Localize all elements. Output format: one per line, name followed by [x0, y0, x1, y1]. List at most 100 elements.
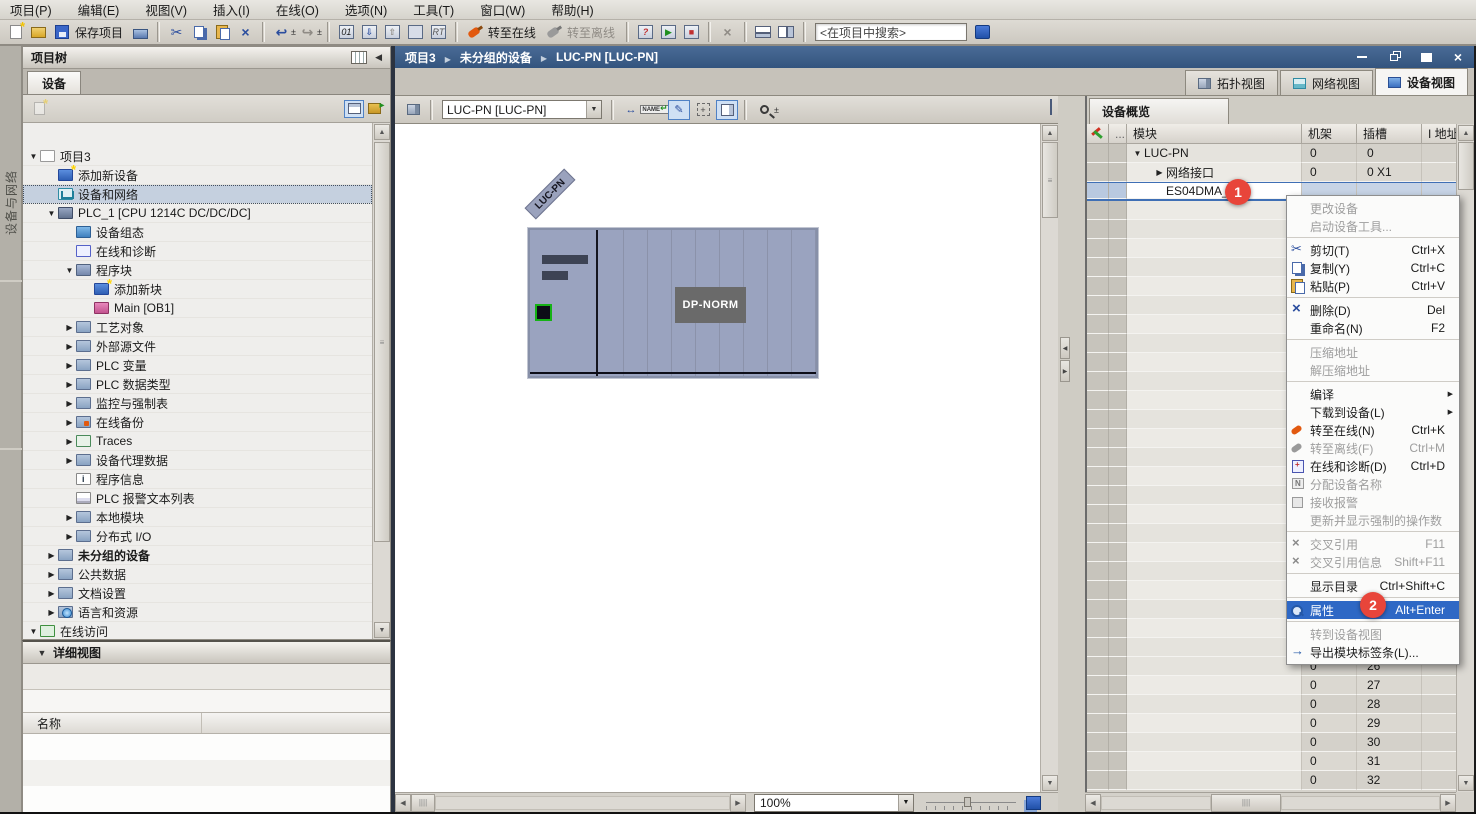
side-strip-label[interactable]: 设备与网络 [3, 165, 20, 241]
context-menu-item[interactable]: 交叉引用 F11 [1287, 535, 1459, 553]
expander-icon[interactable]: ▶ [63, 380, 76, 389]
table-row[interactable]: ▶网络接口 0 0 X1 [1087, 163, 1458, 182]
context-menu-item[interactable]: 启动设备工具... [1287, 217, 1459, 235]
compile-icon[interactable]: 01 [336, 22, 357, 42]
tree-item[interactable]: ▶ PLC 变量 [23, 356, 372, 375]
scrollbar-track[interactable] [1101, 796, 1211, 810]
auto-collapse-icon[interactable] [351, 51, 367, 64]
pane-mode-icon[interactable] [1050, 100, 1052, 114]
context-menu-item[interactable]: 粘贴(P) Ctrl+V [1287, 277, 1459, 295]
context-menu-item[interactable]: 删除(D) Del [1287, 301, 1459, 319]
expander-icon[interactable]: ▶ [63, 532, 76, 541]
expander-icon[interactable]: ▶ [63, 361, 76, 370]
tree-item[interactable]: ▼ PLC_1 [CPU 1214C DC/DC/DC] [23, 204, 372, 223]
download-to-device-icon[interactable]: ⇩ [359, 22, 380, 42]
table-row[interactable]: 0 28 [1087, 695, 1458, 714]
scroll-up-icon[interactable]: ▲ [1458, 125, 1474, 141]
stop-simulation-icon[interactable]: ■ [681, 22, 702, 42]
module-cell[interactable] [1127, 695, 1302, 714]
scrollbar-grip[interactable]: |||| [411, 794, 435, 812]
table-row[interactable]: 0 27 [1087, 676, 1458, 695]
menu-item[interactable]: 帮助(H) [551, 0, 593, 19]
network-overview-icon[interactable] [402, 100, 424, 120]
tree-item[interactable]: 设备和网络 [23, 185, 372, 204]
tree-item[interactable]: ▼ 在线访问 [23, 622, 372, 639]
show-labels-icon[interactable] [716, 100, 738, 120]
tree-item[interactable]: 添加新块 [23, 280, 372, 299]
redo-icon[interactable]: ↪ [297, 22, 318, 42]
tree-item[interactable]: ▶ PLC 数据类型 [23, 375, 372, 394]
module-cell[interactable]: ES04DMA_1 [1127, 183, 1302, 199]
go-offline-icon[interactable] [543, 22, 564, 42]
context-menu-item[interactable]: 解压缩地址 [1287, 361, 1459, 379]
zoom-tool-icon[interactable] [753, 100, 775, 120]
scrollbar-grip[interactable]: |||| [1211, 794, 1281, 812]
chevron-down-icon[interactable]: ▼ [31, 648, 53, 658]
tree-item[interactable]: ▶ 在线备份 [23, 413, 372, 432]
table-row[interactable]: 0 30 [1087, 733, 1458, 752]
menu-item[interactable]: 插入(I) [213, 0, 250, 19]
context-menu-item[interactable]: 下载到设备(L) [1287, 403, 1459, 421]
module-cell[interactable] [1127, 657, 1302, 676]
tree-item[interactable]: ▶ 本地模块 [23, 508, 372, 527]
context-menu-item[interactable]: 重命名(N) F2 [1287, 319, 1459, 337]
menu-item[interactable]: 视图(V) [145, 0, 187, 19]
overview-horizontal-scrollbar[interactable]: ◀ |||| ▶ [1085, 792, 1456, 812]
scroll-up-icon[interactable]: ▲ [1042, 125, 1058, 141]
table-row[interactable]: 0 32 [1087, 771, 1458, 790]
expander-icon[interactable]: ▶ [45, 608, 58, 617]
expander-icon[interactable]: ▼ [45, 209, 58, 218]
menu-item[interactable]: 工具(T) [413, 0, 454, 19]
maximize-icon[interactable] [1416, 50, 1436, 65]
collapse-left-icon[interactable]: ◀ [1060, 337, 1070, 359]
undo-icon[interactable]: ↩ [271, 22, 292, 42]
expander-icon[interactable]: ▶ [63, 399, 76, 408]
crosshair-icon[interactable]: + [692, 100, 714, 120]
context-menu-item[interactable]: 转至在线(N) Ctrl+K [1287, 421, 1459, 439]
tree-item[interactable]: 添加新设备 [23, 166, 372, 185]
tree-item[interactable]: ▶ 设备代理数据 [23, 451, 372, 470]
tia-search-icon[interactable] [972, 22, 993, 42]
module-cell[interactable]: ▶网络接口 [1127, 163, 1302, 182]
module-cell[interactable] [1127, 676, 1302, 695]
new-item-icon[interactable] [29, 100, 49, 118]
stop-cpu-icon[interactable]: RT [428, 22, 449, 42]
tree-item[interactable]: ▶ 外部源文件 [23, 337, 372, 356]
dots-column-header[interactable]: ... [1109, 124, 1127, 144]
new-project-icon[interactable] [5, 22, 26, 42]
menu-item[interactable]: 项目(P) [10, 0, 52, 19]
expander-icon[interactable]: ▼ [27, 152, 40, 161]
table-row[interactable]: 0 29 [1087, 714, 1458, 733]
menu-item[interactable]: 选项(N) [345, 0, 387, 19]
project-search-input[interactable] [815, 23, 967, 41]
print-icon[interactable] [130, 22, 151, 42]
expander-icon[interactable]: ▶ [63, 456, 76, 465]
scroll-down-icon[interactable]: ▼ [1458, 775, 1474, 791]
expander-icon[interactable]: ▶ [45, 551, 58, 560]
expander-icon[interactable]: ▼ [27, 627, 40, 636]
context-menu-item[interactable]: 剪切(T) Ctrl+X [1287, 241, 1459, 259]
start-simulation-icon[interactable]: ▶ [658, 22, 679, 42]
context-menu-item[interactable]: 更改设备 [1287, 199, 1459, 217]
tree-item[interactable]: 程序信息 [23, 470, 372, 489]
paste-icon[interactable] [212, 22, 233, 42]
scroll-left-icon[interactable]: ◀ [1085, 794, 1101, 812]
zoom-slider-handle[interactable] [964, 797, 971, 807]
upload-from-device-icon[interactable]: ⇧ [382, 22, 403, 42]
go-offline-label[interactable]: 转至离线 [567, 24, 615, 41]
expander-icon[interactable]: ▶ [63, 418, 76, 427]
expander-icon[interactable]: ▶ [63, 342, 76, 351]
tab-device-overview[interactable]: 设备概览 [1089, 98, 1229, 124]
chevron-down-icon[interactable]: ▼ [898, 795, 913, 811]
scroll-right-icon[interactable]: ▶ [730, 794, 746, 812]
expander-icon[interactable]: ▶ [45, 589, 58, 598]
breadcrumb-item[interactable]: 项目3 [405, 49, 436, 66]
save-project-label[interactable]: 保存项目 [75, 24, 123, 41]
context-menu-item[interactable]: 压缩地址 [1287, 343, 1459, 361]
zoom-slider[interactable] [926, 796, 1016, 810]
tree-item[interactable]: 设备组态 [23, 223, 372, 242]
scrollbar-track[interactable] [435, 796, 730, 810]
scrollbar-track[interactable] [1281, 796, 1440, 810]
context-menu-item[interactable]: 转到设备视图 [1287, 625, 1459, 643]
start-cpu-icon[interactable] [405, 22, 426, 42]
